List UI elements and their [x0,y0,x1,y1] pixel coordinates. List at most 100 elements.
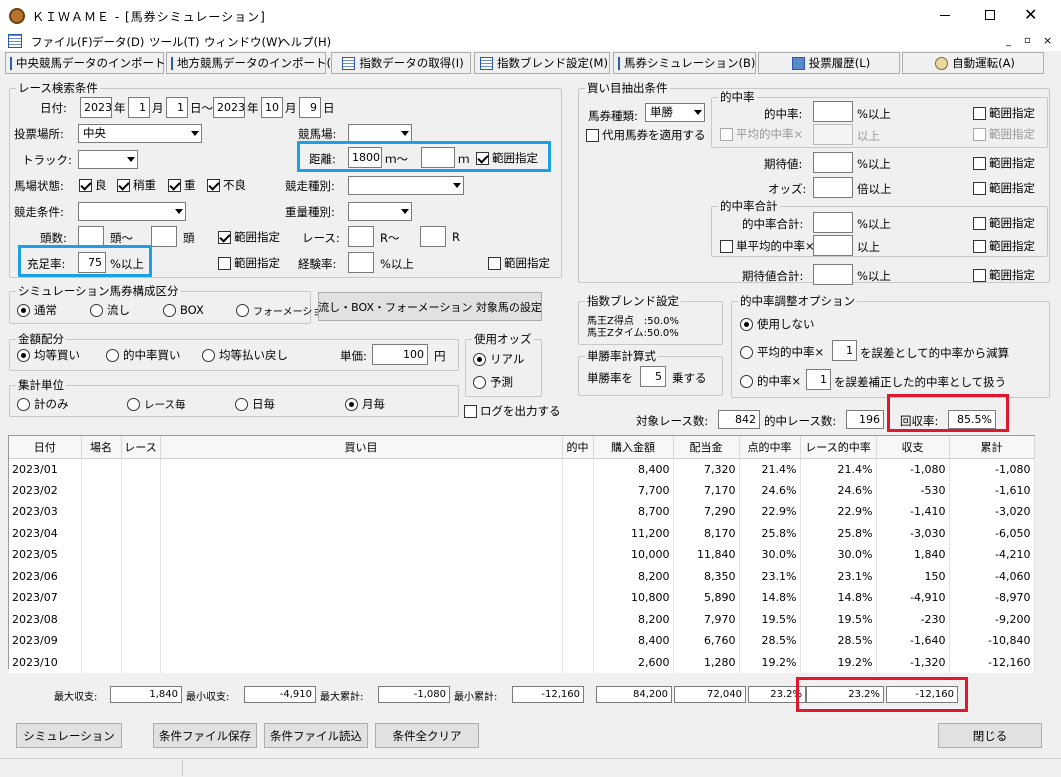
import-central-button[interactable]: 中央競馬データのインポート(J) [5,52,178,74]
odds-real-radio[interactable]: リアル [473,351,524,367]
condition-slightly-heavy[interactable]: 稍重 [117,177,156,193]
money-refund-radio[interactable]: 均等払い戻し [202,347,288,363]
heads-to-input[interactable] [151,226,177,247]
condition-good[interactable]: 良 [79,177,107,193]
mdi-close-icon[interactable]: × [1043,34,1052,47]
experience-input[interactable] [348,252,374,273]
race-type-select[interactable] [348,176,464,195]
date-from-day[interactable]: 1 [166,97,188,118]
menu-data[interactable]: データ(D) [92,34,144,50]
date-to-day[interactable]: 9 [299,97,321,118]
vote-history-button[interactable]: 投票履歴(L) [758,52,900,74]
odds-input[interactable] [813,177,853,198]
table-row[interactable]: 2023/06 8,200 8,350 23.1% 23.1% 150 -4,060 [9,565,1035,587]
expected-range-checkbox[interactable]: 範囲指定 [973,155,1035,171]
table-row[interactable]: 2023/05 10,000 11,840 30.0% 30.0% 1,840 -4,210 [9,544,1035,566]
fill-range-checkbox[interactable]: 範囲指定 [218,255,280,271]
table-row[interactable]: 2023/07 10,800 5,890 14.8% 14.8% -4,910 -8,970 [9,587,1035,609]
date-to-month[interactable]: 10 [261,97,283,118]
hit-sum-input[interactable] [813,212,853,233]
col-bet[interactable]: 買い目 [160,436,563,459]
distance-to-input[interactable] [421,147,455,168]
avg-hit-range-checkbox[interactable]: 範囲指定 [973,126,1035,142]
expected-sum-range-checkbox[interactable]: 範囲指定 [973,267,1035,283]
condition-bad[interactable]: 不良 [207,177,246,193]
substitute-ticket-checkbox[interactable]: 代用馬券を適用する [586,127,706,143]
close-icon[interactable]: ✕ [1024,5,1037,24]
distance-from-input[interactable]: 1800 [348,147,382,168]
auto-run-button[interactable]: 自動運転(A) [902,52,1044,74]
date-from-year[interactable]: 2023 [80,97,112,118]
agg-month-radio[interactable]: 月毎 [345,396,385,412]
hit-range-checkbox[interactable]: 範囲指定 [973,105,1035,121]
col-race-hit[interactable]: レース的中率 [800,436,877,459]
agg-day-radio[interactable]: 日毎 [235,396,275,412]
table-row[interactable]: 2023/02 7,700 7,170 24.6% 24.6% -530 -1,610 [9,479,1035,501]
hit-sum-range-checkbox[interactable]: 範囲指定 [973,215,1035,231]
odds-range-checkbox[interactable]: 範囲指定 [973,180,1035,196]
unit-price-input[interactable]: 100 [372,344,428,365]
heads-from-input[interactable] [78,226,104,247]
comp-normal-radio[interactable]: 通常 [17,302,57,318]
venue-select[interactable]: 中央 [78,124,202,143]
close-button[interactable]: 閉じる [938,723,1042,748]
save-conditions-button[interactable]: 条件ファイル保存 [153,723,257,748]
index-blend-button[interactable]: 指数ブレンド設定(M) [474,52,610,74]
col-payout[interactable]: 配当金 [673,436,740,459]
col-hit[interactable]: 的中 [562,436,594,459]
distance-range-checkbox[interactable]: 範囲指定 [476,150,538,166]
table-row[interactable]: 2023/03 8,700 7,290 22.9% 22.9% -1,410 -3,020 [9,501,1035,523]
experience-range-checkbox[interactable]: 範囲指定 [488,255,550,271]
money-hitrate-radio[interactable]: 的中率買い [106,347,181,363]
log-output-checkbox[interactable]: ログを出力する [464,403,561,419]
race-to-input[interactable] [420,226,446,247]
adjust-none-radio[interactable]: 使用しない [740,316,815,332]
weight-type-select[interactable] [348,202,412,221]
menu-tools[interactable]: ツール(T) [149,34,200,50]
adjust-correct-input[interactable]: 1 [806,369,831,390]
col-point-hit[interactable]: 点的中率 [739,436,801,459]
fill-rate-input[interactable]: 75 [78,252,106,273]
simulation-button[interactable]: シミュレーション [16,723,122,748]
table-row[interactable]: 2023/08 8,200 7,970 19.5% 19.5% -230 -9,200 [9,608,1035,630]
maximize-icon[interactable] [985,10,995,20]
table-row[interactable]: 2023/01 8,400 7,320 21.4% 21.4% -1,080 -1,080 [9,458,1035,480]
expected-sum-input[interactable] [813,264,853,285]
table-row[interactable]: 2023/09 8,400 6,760 28.5% 28.5% -1,640 -10,840 [9,630,1035,652]
single-avg-range-checkbox[interactable]: 範囲指定 [973,238,1035,254]
ticket-type-select[interactable]: 単勝 [645,103,705,122]
single-avg-checkbox[interactable]: 単平均的中率× [720,238,815,254]
hit-rate-input[interactable] [813,101,853,122]
adjust-subtract-radio[interactable]: 平均的中率× [740,344,824,360]
col-cumulative[interactable]: 累計 [949,436,1035,459]
money-equal-radio[interactable]: 均等買い [17,347,80,363]
col-balance[interactable]: 収支 [876,436,950,459]
adjust-correct-radio[interactable]: 的中率× [740,373,801,389]
result-grid[interactable]: 日付 場名 レース 買い目 的中 購入金額 配当金 点的中率 レース的中率 収支… [9,436,1035,673]
minimize-icon[interactable] [940,15,950,16]
col-venue[interactable]: 場名 [81,436,122,459]
date-from-month[interactable]: 1 [128,97,150,118]
formula-power-input[interactable]: 5 [640,366,666,387]
col-date[interactable]: 日付 [9,436,82,459]
fetch-index-button[interactable]: 指数データの取得(I) [331,52,471,74]
race-from-input[interactable] [348,226,374,247]
menu-window[interactable]: ウィンドウ(W) [204,34,282,50]
expected-input[interactable] [813,152,853,173]
col-purchase[interactable]: 購入金額 [593,436,674,459]
track-select[interactable] [78,150,138,169]
agg-total-radio[interactable]: 計のみ [17,396,69,412]
col-race[interactable]: レース [121,436,161,459]
avg-hit-input[interactable] [813,124,853,145]
single-avg-input[interactable] [813,235,853,256]
bet-simulation-button[interactable]: 馬券シミュレーション(B) [613,52,756,74]
menu-help[interactable]: ヘルプ(H) [279,34,331,50]
comp-nagashi-radio[interactable]: 流し [90,302,130,318]
target-horse-settings-button[interactable]: 流し・BOX・フォーメーション 対象馬の設定 [318,292,542,321]
avg-hit-checkbox[interactable]: 平均的中率× [720,126,803,142]
clear-conditions-button[interactable]: 条件全クリア [375,723,479,748]
mdi-minimize-icon[interactable]: _ [1006,36,1011,47]
table-row[interactable]: 2023/10 2,600 1,280 19.2% 19.2% -1,320 -12,160 [9,651,1035,673]
odds-predict-radio[interactable]: 予測 [473,374,513,390]
table-row[interactable]: 2023/04 11,200 8,170 25.8% 25.8% -3,030 -6,050 [9,522,1035,544]
